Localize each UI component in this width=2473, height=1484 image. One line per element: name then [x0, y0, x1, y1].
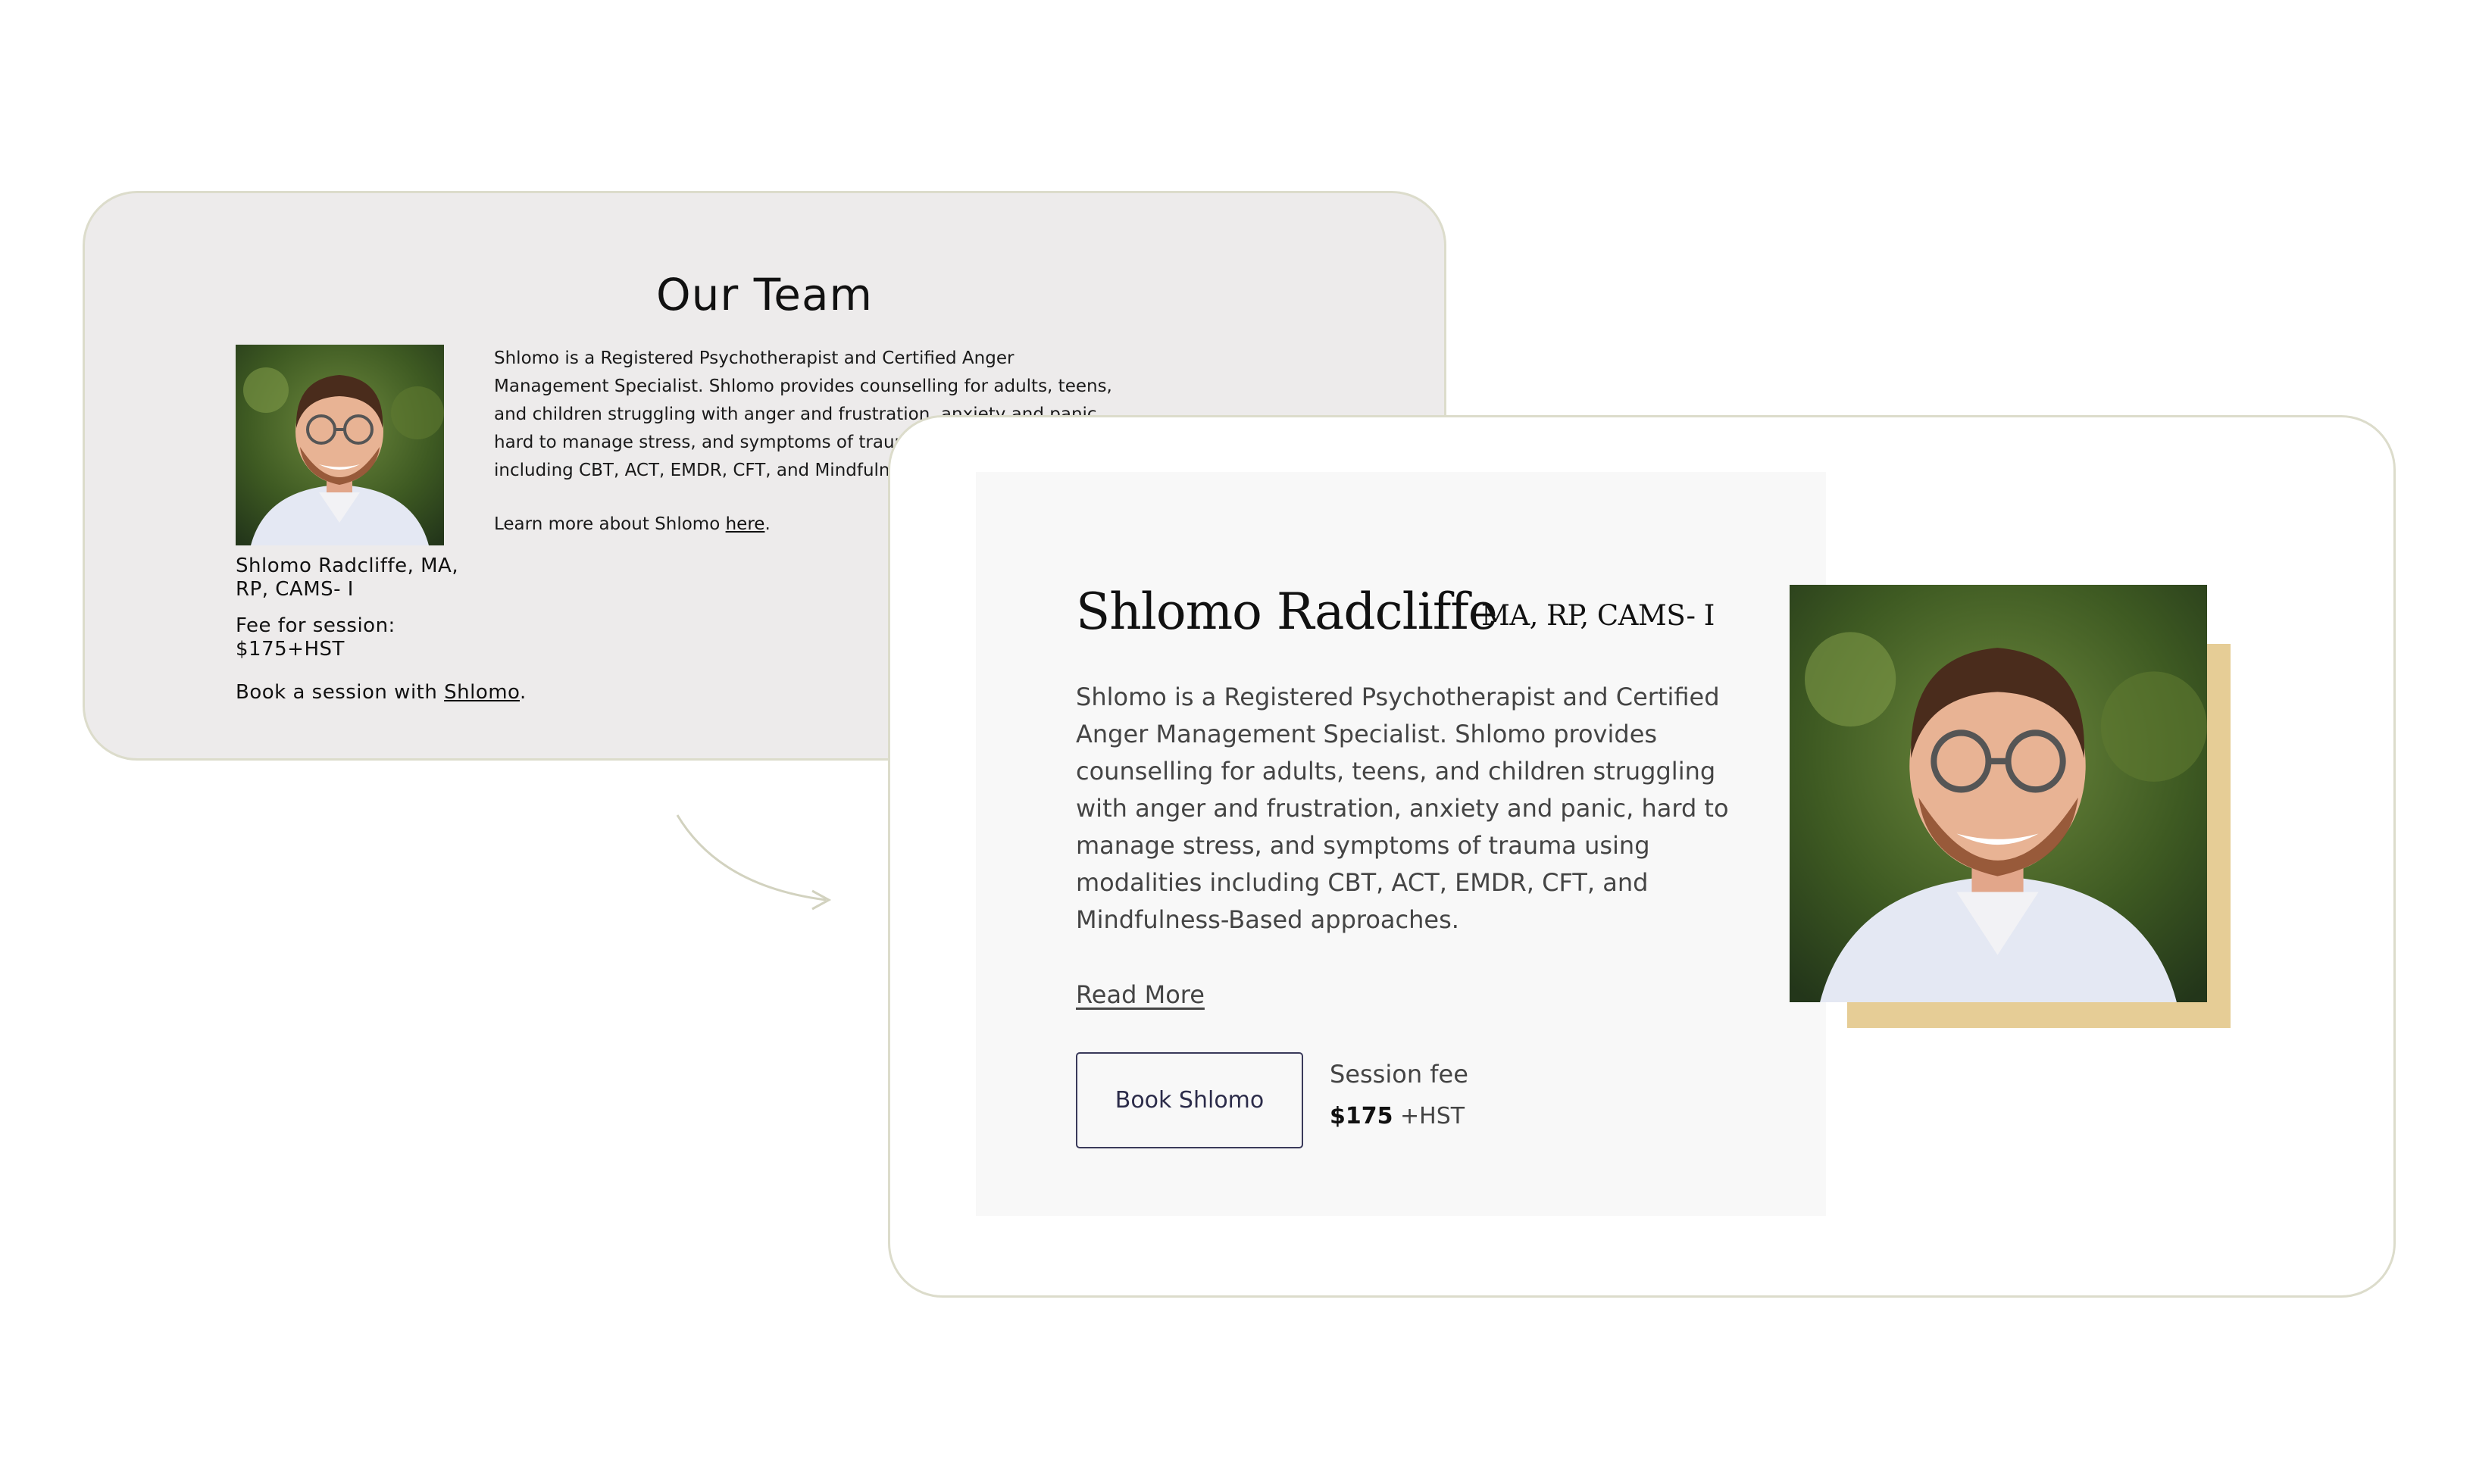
learn-prefix: Learn more about Shlomo	[494, 514, 726, 534]
session-fee-label: Session fee	[1330, 1060, 1468, 1089]
fee-tax: +HST	[1393, 1103, 1465, 1129]
learn-more-link[interactable]: here	[726, 514, 765, 534]
book-shlomo-button[interactable]: Book Shlomo	[1076, 1052, 1303, 1148]
session-fee-value: $175 +HST	[1330, 1103, 1465, 1129]
learn-suffix: .	[764, 514, 771, 534]
book-suffix: .	[520, 681, 527, 704]
book-session-text: Book a session with Shlomo.	[236, 681, 614, 704]
book-prefix: Book a session with	[236, 681, 445, 704]
after-card: Shlomo Radcliffe MA, RP, CAMS- I Shlomo …	[888, 415, 2396, 1298]
headshot-photo-large	[1790, 585, 2207, 1002]
session-fee: Fee for session: $175+HST	[236, 614, 463, 661]
curved-arrow-icon	[667, 803, 849, 917]
read-more-link[interactable]: Read More	[1076, 980, 1205, 1009]
fee-value: $175+HST	[236, 638, 345, 661]
staff-name-heading: Shlomo Radcliffe	[1076, 583, 1498, 641]
staff-name: Shlomo Radcliffe, MA, RP, CAMS- I	[236, 555, 459, 601]
book-session-link[interactable]: Shlomo	[444, 681, 520, 704]
fee-price: $175	[1330, 1103, 1393, 1129]
learn-more-text: Learn more about Shlomo here.	[494, 514, 949, 534]
section-title: Our Team	[656, 269, 873, 320]
fee-label: Fee for session:	[236, 614, 395, 637]
staff-bio-large: Shlomo is a Registered Psychotherapist a…	[1076, 683, 1729, 934]
staff-credentials: MA, RP, CAMS- I	[1481, 599, 1715, 632]
headshot-photo-small	[236, 345, 444, 545]
